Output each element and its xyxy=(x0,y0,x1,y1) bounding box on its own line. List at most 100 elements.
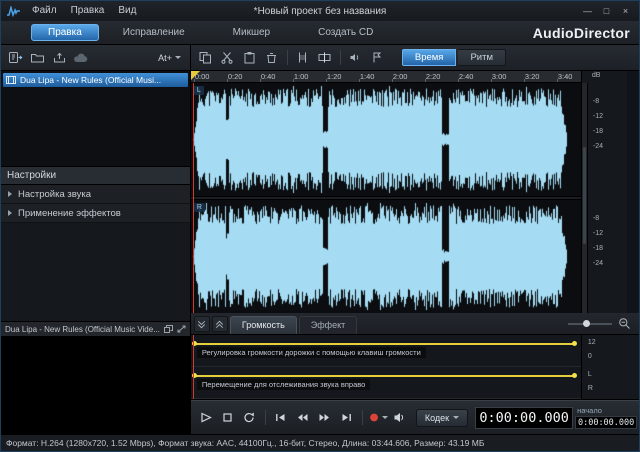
loop-button[interactable] xyxy=(240,408,260,428)
zoom-slider[interactable] xyxy=(568,317,612,330)
zoom-in-button[interactable] xyxy=(636,315,640,331)
import-folder-button[interactable] xyxy=(27,49,47,67)
db-scale-left: -8-12-18-24 xyxy=(582,84,627,197)
ruler-tick-label: 2:40 xyxy=(459,72,474,81)
play-button[interactable] xyxy=(196,408,216,428)
envelope-lanes[interactable]: Регулировка громкости дорожки с помощью … xyxy=(191,335,581,399)
maximize-button[interactable]: □ xyxy=(597,4,616,18)
volume-envelope-row[interactable]: Регулировка громкости дорожки с помощью … xyxy=(191,335,581,367)
envelope-scale-label: L xyxy=(588,371,592,378)
start-time-field[interactable]: 0:00:00.000 xyxy=(575,416,637,429)
minimize-button[interactable]: — xyxy=(578,4,597,18)
split-button[interactable] xyxy=(315,49,335,67)
chevron-down-icon xyxy=(453,416,459,419)
track-left[interactable]: L xyxy=(191,83,581,196)
ruler-tick-label: 3:00 xyxy=(492,72,507,81)
text-size-button[interactable]: At+ xyxy=(153,53,186,63)
pan-envelope-tooltip: Перемещение для отслеживания звука вправ… xyxy=(197,379,370,390)
waveform-area[interactable]: 0:000:200:401:001:201:402:002:202:403:00… xyxy=(191,71,581,313)
tab-mixer[interactable]: Микшер xyxy=(209,22,294,44)
toolbar-divider xyxy=(287,50,288,65)
db-scale-label: -12 xyxy=(593,113,603,120)
copy-button[interactable] xyxy=(196,49,216,67)
collapse-panel-button[interactable] xyxy=(194,316,210,332)
playhead-marker[interactable] xyxy=(191,71,200,80)
db-scale-label: -24 xyxy=(593,260,603,267)
media-library-list[interactable]: Dua Lipa - New Rules (Official Musi... xyxy=(1,71,190,167)
track-right[interactable]: R xyxy=(191,200,581,313)
db-scale-label: -18 xyxy=(593,245,603,252)
step-back-button[interactable] xyxy=(293,408,313,428)
transport-bar: Кодек 0:00:00.000 начало конец 0:00:00.0… xyxy=(191,400,640,434)
envelope-scale-label: R xyxy=(588,385,593,392)
settings-item-audio-setup[interactable]: Настройка звука xyxy=(1,185,190,204)
marker-button[interactable] xyxy=(368,49,388,67)
settings-item-apply-effects[interactable]: Применение эффектов xyxy=(1,204,190,223)
media-clip-icon xyxy=(6,71,16,89)
delete-button[interactable] xyxy=(262,49,282,67)
channel-label-right: R xyxy=(194,203,205,212)
go-to-start-button[interactable] xyxy=(271,408,291,428)
pan-envelope-line[interactable] xyxy=(193,375,576,377)
menu-file[interactable]: Файл xyxy=(25,1,64,21)
level-scale: dB -8-12-18-24 -8-12-18-24 xyxy=(581,71,627,313)
app-window: Файл Правка Вид *Новый проект без назван… xyxy=(0,0,640,452)
ruler-tick-label: 2:20 xyxy=(426,72,441,81)
time-ruler[interactable]: 0:000:200:401:001:201:402:002:202:403:00… xyxy=(191,71,581,83)
trim-button[interactable] xyxy=(293,49,313,67)
menu-view[interactable]: Вид xyxy=(111,1,143,21)
toolbar-divider xyxy=(265,410,266,425)
codec-button[interactable]: Кодек xyxy=(416,409,468,427)
paste-button[interactable] xyxy=(240,49,260,67)
volume-envelope-line[interactable] xyxy=(193,343,576,345)
settings-empty-area xyxy=(1,223,190,321)
mute-region-button[interactable] xyxy=(346,49,366,67)
chevron-down-icon xyxy=(175,56,181,59)
expand-arrow-icon xyxy=(8,191,12,197)
tab-edit[interactable]: Правка xyxy=(31,24,99,41)
output-volume-button[interactable] xyxy=(390,408,410,428)
playhead-line[interactable] xyxy=(193,83,194,313)
waveform-left[interactable] xyxy=(191,83,581,196)
zoom-slider-knob[interactable] xyxy=(583,320,590,327)
tab-create-cd[interactable]: Создать CD xyxy=(294,22,397,44)
video-preview[interactable] xyxy=(1,336,190,434)
menu-edit[interactable]: Правка xyxy=(64,1,112,21)
tab-restore[interactable]: Исправление xyxy=(99,22,209,44)
step-forward-button[interactable] xyxy=(315,408,335,428)
settings-item-label: Настройка звука xyxy=(18,189,91,200)
pan-envelope-row[interactable]: Перемещение для отслеживания звука вправ… xyxy=(191,367,581,399)
tab-volume[interactable]: Громкость xyxy=(230,316,297,334)
tab-effect[interactable]: Эффект xyxy=(299,316,357,334)
toolbar-divider xyxy=(340,50,341,65)
envelope-area: Регулировка громкости дорожки с помощью … xyxy=(191,335,640,400)
mode-tab-bar: Правка Исправление Микшер Создать CD Aud… xyxy=(1,21,639,45)
zoom-out-button[interactable] xyxy=(615,315,633,331)
db-scale-label: -8 xyxy=(593,98,599,105)
go-to-end-button[interactable] xyxy=(337,408,357,428)
title-bar: Файл Правка Вид *Новый проект без назван… xyxy=(1,1,639,21)
record-button[interactable] xyxy=(368,408,388,428)
text-size-label: At+ xyxy=(158,53,172,63)
codec-label: Кодек xyxy=(425,413,449,423)
playhead-line-envelope xyxy=(193,335,194,399)
import-media-button[interactable] xyxy=(5,49,25,67)
expand-panel-button[interactable] xyxy=(212,316,228,332)
status-text: Формат: H.264 (1280x720, 1.52 Mbps), Фор… xyxy=(6,438,484,448)
waveform-right[interactable] xyxy=(191,200,581,313)
db-scale-label: -18 xyxy=(593,128,603,135)
list-item-selected[interactable]: Dua Lipa - New Rules (Official Musi... xyxy=(3,73,188,87)
close-button[interactable]: × xyxy=(616,4,635,18)
lane-tab-bar: Громкость Эффект xyxy=(191,313,640,335)
cloud-button[interactable] xyxy=(71,49,91,67)
main-panel: Время Ритм 0:000:200:401:001:201:402:002… xyxy=(191,45,640,434)
left-panel: At+ Dua Lipa - New Rules (Official Musi.… xyxy=(1,45,191,434)
stop-button[interactable] xyxy=(218,408,238,428)
edit-toolbar: Время Ритм xyxy=(191,45,640,71)
cut-button[interactable] xyxy=(218,49,238,67)
settings-item-label: Применение эффектов xyxy=(18,208,121,219)
beat-mode-button[interactable]: Ритм xyxy=(458,49,506,66)
export-button[interactable] xyxy=(49,49,69,67)
time-mode-button[interactable]: Время xyxy=(402,49,457,66)
preview-title: Dua Lipa - New Rules (Official Music Vid… xyxy=(5,325,160,334)
